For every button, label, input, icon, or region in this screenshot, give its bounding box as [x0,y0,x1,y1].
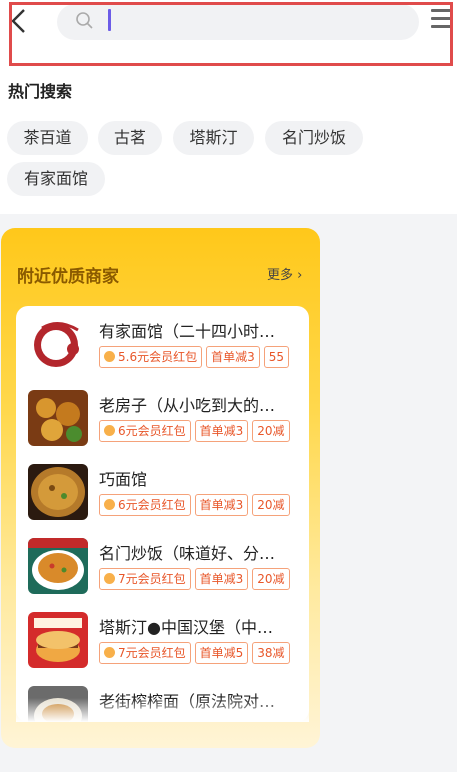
first-order-badge: 首单减3 [194,420,249,442]
highlight-box [9,2,453,66]
shop-badges: 5.6元会员红包 首单减3 55 [99,346,297,370]
hot-tag[interactable]: 有家面馆 [7,162,105,196]
shop-badges: 7元会员红包 首单减5 38减 [99,642,297,666]
hot-search-title: 热门搜索 [8,82,73,101]
list-fade [16,698,309,722]
shop-logo [28,316,88,372]
hot-tag[interactable]: 茶百道 [7,121,88,155]
shop-photo [28,538,88,594]
member-coupon-badge: 6元会员红包 [99,494,191,516]
shop-name: 名门炒饭（味道好、分… [99,544,276,563]
first-order-badge: 首单减3 [206,346,260,368]
discount-badge: 55 [263,346,290,368]
shop-list: 有家面馆（二十四小时… 5.6元会员红包 首单减3 55 老房子（从小吃到大的… 6… [16,306,309,722]
more-link[interactable]: 更多 › [267,264,302,283]
shop-row[interactable]: 有家面馆（二十四小时… 5.6元会员红包 首单减3 55 [16,306,309,380]
member-coupon-badge: 7元会员红包 [99,642,191,664]
member-coupon-badge: 6元会员红包 [99,420,191,442]
shop-badges: 7元会员红包 首单减3 20减 [99,568,297,592]
discount-badge: 20减 [252,420,290,442]
hot-tag[interactable]: 古茗 [98,121,162,155]
member-coupon-badge: 5.6元会员红包 [99,346,203,368]
shop-row[interactable]: 巧面馆 6元会员红包 首单减3 20减 [16,454,309,528]
discount-badge: 20减 [252,494,290,516]
shop-photo [28,464,88,520]
nearby-card: 附近优质商家 更多 › 有家面馆（二十四小时… 5.6元会员红包 首单减3 55 老… [1,228,320,748]
top-panel: 热门搜索 茶百道 古茗 塔斯汀 名门炒饭 有家面馆 [0,0,457,214]
shop-name: 塔斯汀●中国汉堡（中… [99,618,273,637]
nearby-title: 附近优质商家 [17,267,119,287]
first-order-badge: 首单减5 [194,642,249,664]
shop-name: 巧面馆 [99,470,148,489]
discount-badge: 38减 [252,642,290,664]
shop-name: 有家面馆（二十四小时… [99,322,276,341]
coin-icon [104,425,115,436]
hot-tag[interactable]: 塔斯汀 [173,121,254,155]
shop-badges: 6元会员红包 首单减3 20减 [99,494,297,518]
discount-badge: 20减 [252,568,290,590]
coin-icon [104,647,115,658]
shop-badges: 6元会员红包 首单减3 20减 [99,420,297,444]
hot-tag[interactable]: 名门炒饭 [265,121,363,155]
coin-icon [104,351,115,362]
shop-row[interactable]: 名门炒饭（味道好、分… 7元会员红包 首单减3 20减 [16,528,309,602]
first-order-badge: 首单减3 [194,568,249,590]
coin-icon [104,499,115,510]
shop-photo [28,390,88,446]
shop-row[interactable]: 塔斯汀●中国汉堡（中… 7元会员红包 首单减5 38减 [16,602,309,676]
first-order-badge: 首单减3 [194,494,249,516]
member-coupon-badge: 7元会员红包 [99,568,191,590]
coin-icon [104,573,115,584]
shop-row[interactable]: 老房子（从小吃到大的… 6元会员红包 首单减3 20减 [16,380,309,454]
shop-photo [28,612,88,668]
shop-name: 老房子（从小吃到大的… [99,396,276,415]
